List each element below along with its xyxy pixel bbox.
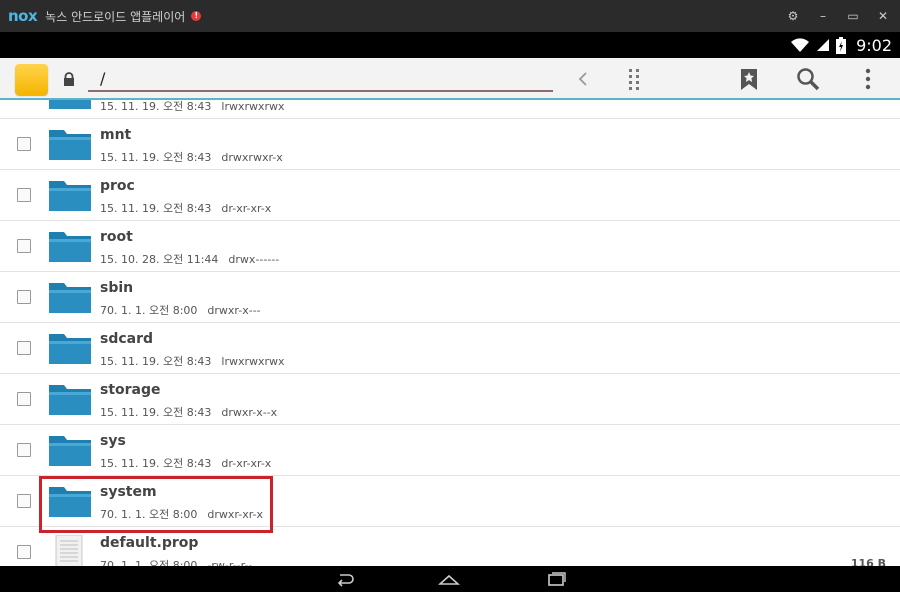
android-status-bar: 9:02 — [0, 32, 900, 58]
file-meta: 70. 1. 1. 오전 8:00 -rw-r--r-- — [100, 557, 252, 566]
row-checkbox[interactable] — [17, 239, 31, 253]
file-row[interactable]: sbin 70. 1. 1. 오전 8:00 drwxr-x--- — [0, 272, 900, 323]
file-meta: 15. 11. 19. 오전 8:43 drwxr-x--x — [100, 404, 277, 420]
file-permissions: drwx------ — [228, 253, 280, 266]
file-row[interactable]: root 15. 10. 28. 오전 11:44 drwx------ — [0, 221, 900, 272]
window-title: 녹스 안드로이드 앱플레이어 — [45, 9, 186, 24]
file-name: system — [100, 484, 157, 500]
file-row[interactable]: storage 15. 11. 19. 오전 8:43 drwxr-x--x — [0, 374, 900, 425]
close-button[interactable]: ✕ — [876, 9, 890, 23]
file-meta: 15. 11. 19. 오전 8:43 drwxrwxr-x — [100, 149, 283, 165]
file-date: 70. 1. 1. 오전 8:00 — [100, 559, 198, 566]
file-row[interactable]: sdcard 15. 11. 19. 오전 8:43 lrwxrwxrwx — [0, 323, 900, 374]
file-permissions: drwxr-x--- — [207, 304, 261, 317]
file-permissions: dr-xr-xr-x — [221, 202, 272, 215]
search-icon[interactable] — [796, 67, 820, 91]
file-name: default.prop — [100, 535, 199, 551]
path-input[interactable]: / — [88, 66, 553, 92]
folder-icon — [49, 232, 91, 262]
file-permissions: drwxr-x--x — [221, 406, 278, 419]
notification-badge[interactable]: ! — [191, 11, 202, 21]
lock-icon — [64, 72, 74, 86]
row-checkbox[interactable] — [17, 494, 31, 508]
file-meta: 15. 11. 19. 오전 8:43 dr-xr-xr-x — [100, 455, 271, 471]
file-row[interactable]: proc 15. 11. 19. 오전 8:43 dr-xr-xr-x — [0, 170, 900, 221]
file-size: 116 B — [850, 557, 886, 566]
home-nav-icon[interactable] — [438, 570, 460, 588]
file-meta: 70. 1. 1. 오전 8:00 drwxr-xr-x — [100, 506, 263, 522]
file-meta: 15. 11. 19. 오전 8:43 lrwxrwxrwx — [100, 100, 285, 114]
folder-icon — [49, 100, 91, 109]
bookmark-icon[interactable] — [737, 67, 761, 91]
folder-icon — [49, 334, 91, 364]
file-row[interactable]: 15. 11. 19. 오전 8:43 lrwxrwxrwx — [0, 100, 900, 119]
file-row[interactable]: sys 15. 11. 19. 오전 8:43 dr-xr-xr-x — [0, 425, 900, 476]
window-controls: ⚙ – ▭ ✕ — [786, 0, 890, 32]
folder-icon — [49, 130, 91, 160]
file-permissions: dr-xr-xr-x — [221, 457, 272, 470]
file-date: 15. 11. 19. 오전 8:43 — [100, 151, 212, 164]
file-list[interactable]: 15. 11. 19. 오전 8:43 lrwxrwxrwx mnt 15. 11. … — [0, 100, 900, 566]
file-date: 15. 11. 19. 오전 8:43 — [100, 202, 212, 215]
file-permissions: lrwxrwxrwx — [221, 100, 285, 113]
battery-icon — [836, 36, 847, 54]
recents-nav-icon[interactable] — [545, 570, 567, 588]
back-icon[interactable] — [571, 67, 595, 91]
file-date: 70. 1. 1. 오전 8:00 — [100, 508, 198, 521]
row-checkbox[interactable] — [17, 341, 31, 355]
nox-logo: nox — [8, 7, 38, 25]
maximize-button[interactable]: ▭ — [846, 9, 860, 23]
folder-icon — [49, 436, 91, 466]
file-date: 15. 11. 19. 오전 8:43 — [100, 100, 212, 113]
file-name: proc — [100, 178, 135, 194]
wifi-icon — [791, 38, 810, 52]
android-nav-bar — [0, 566, 900, 592]
status-clock: 9:02 — [856, 35, 892, 55]
file-row[interactable]: mnt 15. 11. 19. 오전 8:43 drwxrwxr-x — [0, 119, 900, 170]
file-date: 15. 11. 19. 오전 8:43 — [100, 406, 212, 419]
folder-icon — [49, 181, 91, 211]
file-meta: 70. 1. 1. 오전 8:00 drwxr-x--- — [100, 302, 261, 318]
file-permissions: lrwxrwxrwx — [221, 355, 285, 368]
status-icons: 9:02 — [790, 32, 892, 58]
back-nav-icon[interactable] — [334, 570, 356, 588]
grid-dots-icon[interactable] — [622, 67, 646, 91]
file-row[interactable]: system 70. 1. 1. 오전 8:00 drwxr-xr-x — [0, 476, 900, 527]
file-permissions: drwxrwxr-x — [221, 151, 283, 164]
more-icon[interactable] — [856, 67, 880, 91]
document-icon — [55, 535, 83, 566]
file-name: sys — [100, 433, 126, 449]
current-path: / — [100, 69, 106, 88]
file-name: sdcard — [100, 331, 154, 347]
file-permissions: drwxr-xr-x — [207, 508, 264, 521]
minimize-button[interactable]: – — [816, 9, 830, 23]
file-meta: 15. 11. 19. 오전 8:43 lrwxrwxrwx — [100, 353, 285, 369]
app-folder-icon[interactable] — [15, 64, 48, 95]
row-checkbox[interactable] — [17, 290, 31, 304]
row-checkbox[interactable] — [17, 137, 31, 151]
file-name: root — [100, 229, 133, 245]
file-meta: 15. 10. 28. 오전 11:44 drwx------ — [100, 251, 279, 267]
file-date: 70. 1. 1. 오전 8:00 — [100, 304, 198, 317]
file-permissions: -rw-r--r-- — [207, 559, 253, 566]
row-checkbox[interactable] — [17, 443, 31, 457]
file-row[interactable]: default.prop 70. 1. 1. 오전 8:00 -rw-r--r-- 1… — [0, 527, 900, 566]
row-checkbox[interactable] — [17, 392, 31, 406]
folder-icon — [49, 283, 91, 313]
row-checkbox[interactable] — [17, 188, 31, 202]
file-name: mnt — [100, 127, 132, 143]
file-name: storage — [100, 382, 161, 398]
file-meta: 15. 11. 19. 오전 8:43 dr-xr-xr-x — [100, 200, 271, 216]
folder-icon — [49, 385, 91, 415]
window-titlebar: nox 녹스 안드로이드 앱플레이어 ! ⚙ – ▭ ✕ — [0, 0, 900, 32]
file-manager-toolbar: / — [0, 58, 900, 100]
file-name: sbin — [100, 280, 134, 296]
settings-icon[interactable]: ⚙ — [786, 9, 800, 23]
row-checkbox[interactable] — [17, 545, 31, 559]
file-date: 15. 10. 28. 오전 11:44 — [100, 253, 219, 266]
folder-icon — [49, 487, 91, 517]
signal-icon — [817, 39, 830, 51]
file-date: 15. 11. 19. 오전 8:43 — [100, 457, 212, 470]
file-date: 15. 11. 19. 오전 8:43 — [100, 355, 212, 368]
